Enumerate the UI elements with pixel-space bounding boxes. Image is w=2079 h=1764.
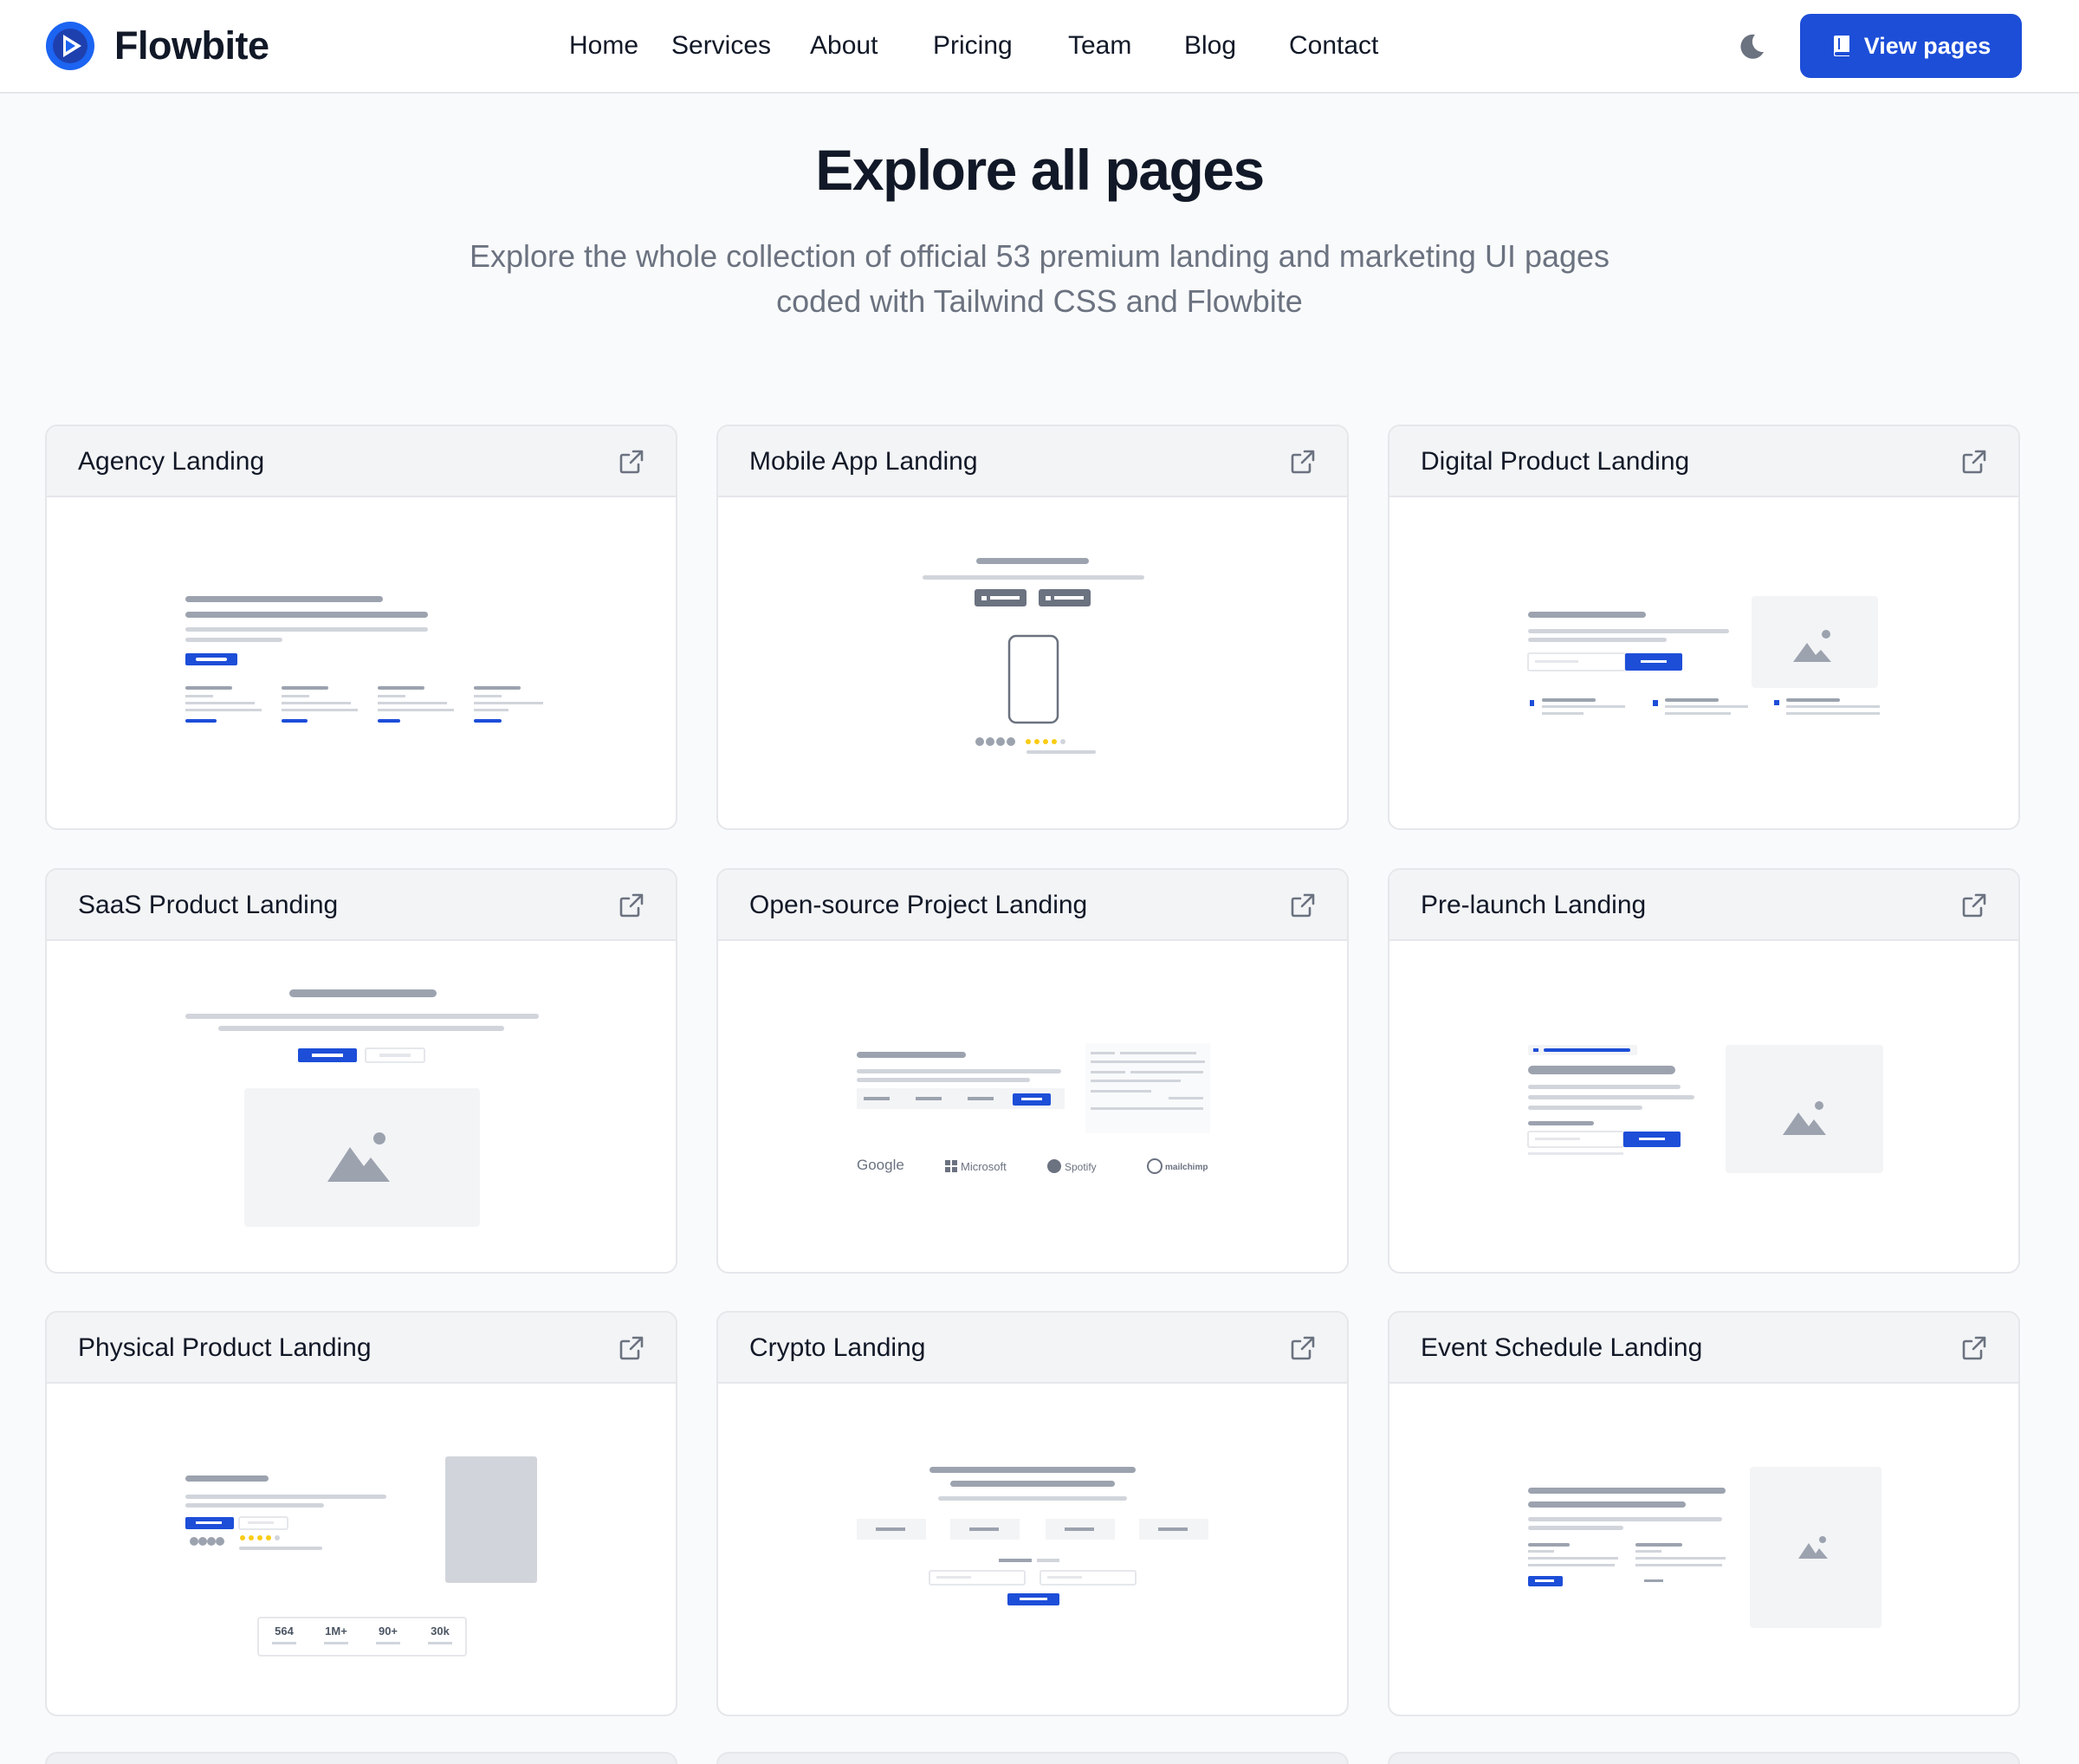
flowbite-logo-icon	[46, 22, 94, 70]
view-pages-label: View pages	[1863, 32, 1992, 59]
template-card-mobile-app[interactable]: Mobile App Landing	[716, 425, 1349, 830]
template-card-pre-launch[interactable]: Pre-launch Landing	[1388, 868, 2020, 1274]
template-card-saas-product[interactable]: SaaS Product Landing	[45, 868, 677, 1274]
card-preview	[1389, 499, 2018, 828]
external-link-icon[interactable]	[1961, 1335, 1987, 1361]
external-link-icon[interactable]	[1961, 449, 1987, 475]
stat-value: 30k	[431, 1625, 450, 1638]
next-row-card-edge	[45, 1752, 677, 1764]
nav-link-about[interactable]: About	[810, 26, 933, 66]
card-title: SaaS Product Landing	[78, 891, 339, 919]
card-header: Event Schedule Landing	[1389, 1313, 2018, 1384]
external-link-icon[interactable]	[1961, 892, 1987, 918]
card-title: Crypto Landing	[749, 1333, 926, 1362]
nav-link-contact[interactable]: Contact	[1289, 26, 1402, 66]
template-card-digital-product[interactable]: Digital Product Landing	[1388, 425, 2020, 830]
card-header: Agency Landing	[47, 426, 676, 497]
open-source-wireframe: Google Microsoft Spotify mailchimp	[857, 1043, 1210, 1174]
saas-product-wireframe	[185, 989, 539, 1227]
book-icon	[1833, 36, 1849, 56]
event-schedule-wireframe	[1528, 1467, 1881, 1628]
logo-spotify: Spotify	[1065, 1161, 1097, 1173]
stat-value: 564	[275, 1625, 294, 1638]
card-header: Crypto Landing	[718, 1313, 1347, 1384]
external-link-icon[interactable]	[1290, 892, 1316, 918]
external-link-icon[interactable]	[1290, 449, 1316, 475]
external-link-icon[interactable]	[1290, 1335, 1316, 1361]
card-header: Open-source Project Landing	[718, 870, 1347, 941]
card-title: Physical Product Landing	[78, 1333, 372, 1362]
card-preview	[1389, 1385, 2018, 1715]
template-card-physical-product[interactable]: Physical Product Landing 564 1M+ 90+ 30k	[45, 1311, 677, 1716]
crypto-wireframe	[857, 1467, 1208, 1605]
page-title: Explore all pages	[815, 138, 1265, 202]
card-title: Event Schedule Landing	[1421, 1333, 1703, 1362]
nav-link-services[interactable]: Services	[671, 26, 810, 66]
external-link-icon[interactable]	[619, 1335, 644, 1361]
card-preview: 564 1M+ 90+ 30k	[47, 1385, 676, 1715]
card-preview	[718, 1385, 1347, 1715]
card-title: Pre-launch Landing	[1421, 891, 1647, 919]
card-preview: Google Microsoft Spotify mailchimp	[718, 943, 1347, 1272]
nav-link-team[interactable]: Team	[1068, 26, 1184, 66]
logo-microsoft: Microsoft	[961, 1160, 1007, 1173]
moon-icon[interactable]	[1736, 31, 1767, 62]
card-preview	[47, 499, 676, 828]
nav-link-blog[interactable]: Blog	[1184, 26, 1289, 66]
logo-google: Google	[857, 1157, 904, 1173]
digital-product-wireframe	[1527, 596, 1880, 715]
nav-link-home[interactable]: Home	[569, 26, 671, 66]
top-navigation-bar: Flowbite Home Services About Pricing Tea…	[0, 0, 2079, 94]
card-preview	[47, 943, 676, 1272]
card-title: Mobile App Landing	[749, 447, 978, 476]
external-link-icon[interactable]	[619, 892, 644, 918]
card-header: SaaS Product Landing	[47, 870, 676, 941]
template-card-event-schedule[interactable]: Event Schedule Landing	[1388, 1311, 2020, 1716]
brand-name: Flowbite	[114, 23, 269, 68]
main-menu: Home Services About Pricing Team Blog Co…	[569, 26, 1402, 66]
card-header: Digital Product Landing	[1389, 426, 2018, 497]
stat-value: 1M+	[325, 1625, 347, 1638]
pre-launch-wireframe	[1527, 1045, 1883, 1173]
mobile-app-wireframe	[923, 558, 1144, 754]
card-header: Mobile App Landing	[718, 426, 1347, 497]
page-subtitle: Explore the whole collection of official…	[469, 238, 1610, 319]
template-card-open-source[interactable]: Open-source Project Landing Google Micro…	[716, 868, 1349, 1274]
card-title: Digital Product Landing	[1421, 447, 1690, 476]
physical-product-wireframe: 564 1M+ 90+ 30k	[185, 1456, 537, 1657]
card-preview	[1389, 943, 2018, 1272]
template-card-crypto[interactable]: Crypto Landing	[716, 1311, 1349, 1716]
card-header: Physical Product Landing	[47, 1313, 676, 1384]
nav-link-pricing[interactable]: Pricing	[933, 26, 1068, 66]
stat-value: 90+	[379, 1625, 398, 1638]
card-title: Open-source Project Landing	[749, 891, 1088, 919]
next-row-card-edge	[1388, 1752, 2020, 1764]
card-header: Pre-launch Landing	[1389, 870, 2018, 941]
template-card-agency[interactable]: Agency Landing	[45, 425, 677, 830]
external-link-icon[interactable]	[619, 449, 644, 475]
next-row-card-edge	[716, 1752, 1349, 1764]
card-title: Agency Landing	[78, 447, 265, 476]
logo-mailchimp: mailchimp	[1165, 1163, 1208, 1172]
agency-wireframe	[185, 596, 543, 723]
brand[interactable]: Flowbite	[45, 19, 269, 73]
view-pages-button[interactable]: View pages	[1800, 14, 2022, 78]
card-preview	[718, 499, 1347, 828]
